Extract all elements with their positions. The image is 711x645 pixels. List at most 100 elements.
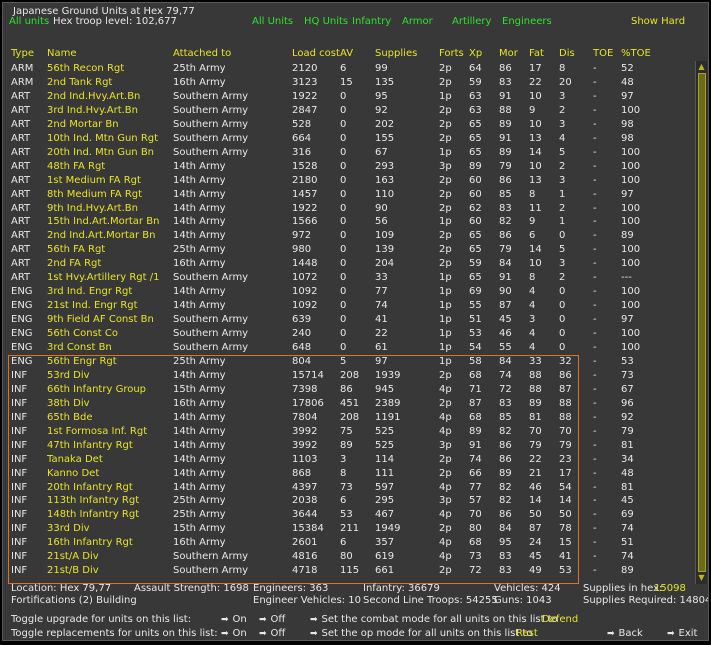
filter-armor[interactable]: Armor xyxy=(402,16,433,28)
filter-infantry[interactable]: Infantry xyxy=(352,16,391,28)
cell-name[interactable]: 3rd Ind. Engr Rgt xyxy=(47,285,132,298)
cell-name[interactable]: 2nd Ind.Art.Mortar Bn xyxy=(47,229,156,242)
cell-name[interactable]: 2nd Ind.Hvy.Art.Bn xyxy=(47,90,140,103)
unit-row[interactable]: INF 33rd Div 15th Army 15384 211 1949 2p 80 84 87… xyxy=(3,522,695,535)
unit-row[interactable]: ART 48th FA Rgt 14th Army 1528 0 293 3p 89 79 10 2… xyxy=(3,160,695,173)
col-forts[interactable]: Forts xyxy=(439,48,464,60)
op-mode-rest-link[interactable]: Rest xyxy=(516,628,538,640)
unit-row[interactable]: INF 65th Bde 14th Army 7804 208 1191 4p 68 85 81 8… xyxy=(3,411,695,424)
unit-row[interactable]: INF 53rd Div 14th Army 15714 208 1939 2p 68 74 88… xyxy=(3,369,695,382)
unit-row[interactable]: ENG 56th Engr Rgt 25th Army 804 5 97 1p 58 84 33 3… xyxy=(3,355,695,368)
unit-row[interactable]: ENG 56th Const Co Southern Army 240 0 22 1p 53 4… xyxy=(3,327,695,340)
unit-row[interactable]: INF 148th Infantry Rgt 25th Army 3644 53 467 4… xyxy=(3,508,695,521)
cell-name[interactable]: 56th FA Rgt xyxy=(47,243,105,256)
unit-row[interactable]: ARM 2nd Tank Rgt 16th Army 3123 15 135 2p 59 83 2… xyxy=(3,76,695,89)
unit-row[interactable]: ART 2nd FA Rgt 16th Army 1448 0 204 2p 59 84 10 3 -… xyxy=(3,257,695,270)
unit-row[interactable]: INF Tanaka Det 14th Army 1103 3 114 2p 74 86 22 23… xyxy=(3,453,695,466)
unit-row[interactable]: ART 8th Medium FA Rgt 14th Army 1457 0 110 2p 6… xyxy=(3,188,695,201)
replacements-on-button[interactable]: ➡ On xyxy=(221,628,247,640)
scroll-up-arrow-icon[interactable]: ▲ xyxy=(697,62,706,71)
unit-row[interactable]: ENG 3rd Ind. Engr Rgt 14th Army 1092 0 77 1p 69… xyxy=(3,285,695,298)
filter-artillery[interactable]: Artillery xyxy=(452,16,491,28)
unit-row[interactable]: ART 10th Ind. Mtn Gun Rgt Southern Army 664… xyxy=(3,132,695,145)
col-dis[interactable]: Dis xyxy=(559,48,575,60)
cell-name[interactable]: 21st Ind. Engr Rgt xyxy=(47,299,138,312)
unit-row[interactable]: ART 2nd Mortar Bn Southern Army 528 0 202 2p 65… xyxy=(3,118,695,131)
replacements-off-button[interactable]: ➡ Off xyxy=(259,628,285,640)
cell-name[interactable]: 2nd Tank Rgt xyxy=(47,76,112,89)
unit-row[interactable]: INF 21st/A Div Southern Army 4816 80 619 4p 73 8… xyxy=(3,550,695,563)
cell-name[interactable]: 65th Bde xyxy=(47,411,93,424)
cell-name[interactable]: 1st Medium FA Rgt xyxy=(47,174,141,187)
show-hard-toggle[interactable]: Show Hard xyxy=(631,16,685,28)
cell-name[interactable]: 9th Ind.Hvy.Art.Bn xyxy=(47,202,138,215)
cell-name[interactable]: 10th Ind. Mtn Gun Rgt xyxy=(47,132,158,145)
col-mor[interactable]: Mor xyxy=(499,48,518,60)
unit-row[interactable]: INF 21st/B Div Southern Army 4718 115 661 2p 72… xyxy=(3,564,695,577)
scroll-down-arrow-icon[interactable]: ▼ xyxy=(697,573,706,582)
col-attached-to[interactable]: Attached to xyxy=(173,48,231,60)
unit-row[interactable]: INF 1st Formosa Inf. Rgt 14th Army 3992 75 52… xyxy=(3,425,695,438)
cell-name[interactable]: 1st Formosa Inf. Rgt xyxy=(47,425,147,438)
cell-name[interactable]: 2nd FA Rgt xyxy=(47,257,101,270)
cell-name[interactable]: 113th Infantry Rgt xyxy=(47,494,139,507)
cell-name[interactable]: 53rd Div xyxy=(47,369,90,382)
col-supplies[interactable]: Supplies xyxy=(375,48,417,60)
unit-row[interactable]: INF 16th Infantry Rgt 16th Army 2601 6 357 4p 6… xyxy=(3,536,695,549)
col-fat[interactable]: Fat xyxy=(529,48,544,60)
unit-row[interactable]: INF 38th Div 16th Army 17806 451 2389 2p 87 83 89… xyxy=(3,397,695,410)
unit-row[interactable]: INF 66th Infantry Group 15th Army 7398 86 945… xyxy=(3,383,695,396)
unit-row[interactable]: INF 113th Infantry Rgt 25th Army 2038 6 295 3p… xyxy=(3,494,695,507)
cell-name[interactable]: 56th Const Co xyxy=(47,327,118,340)
col-pct-toe[interactable]: %TOE xyxy=(621,48,651,60)
unit-row[interactable]: ART 1st Hvy.Artillery Rgt /1 Southern Army… xyxy=(3,271,695,284)
cell-name[interactable]: 16th Infantry Rgt xyxy=(47,536,133,549)
col-av[interactable]: AV xyxy=(340,48,353,60)
cell-name[interactable]: 56th Recon Rgt xyxy=(47,62,124,75)
unit-row[interactable]: INF 20th Infantry Rgt 14th Army 4397 73 597 4p… xyxy=(3,481,695,494)
cell-name[interactable]: 2nd Mortar Bn xyxy=(47,118,119,131)
cell-name[interactable]: 48th FA Rgt xyxy=(47,160,105,173)
combat-mode-defend-link[interactable]: Defend xyxy=(542,614,578,626)
unit-row[interactable]: ARM 56th Recon Rgt 25th Army 2120 6 99 2p 64 86 1… xyxy=(3,62,695,75)
exit-button[interactable]: ➡ Exit xyxy=(667,628,697,640)
unit-row[interactable]: ART 15th Ind.Art.Mortar Bn 14th Army 1566 0 5… xyxy=(3,215,695,228)
col-xp[interactable]: Xp xyxy=(469,48,482,60)
unit-row[interactable]: ENG 3rd Const Bn Southern Army 648 0 61 1p 54 55… xyxy=(3,341,695,354)
filter-all-units[interactable]: All Units xyxy=(252,16,293,28)
cell-name[interactable]: 47th Infantry Rgt xyxy=(47,439,133,452)
cell-name[interactable]: 20th Infantry Rgt xyxy=(47,481,133,494)
cell-name[interactable]: 20th Ind. Mtn Gun Bn xyxy=(47,146,154,159)
cell-name[interactable]: 9th Field AF Const Bn xyxy=(47,313,154,326)
col-load-cost[interactable]: Load cost xyxy=(292,48,340,60)
cell-name[interactable]: 148th Infantry Rgt xyxy=(47,508,139,521)
unit-row[interactable]: ART 2nd Ind.Art.Mortar Bn 14th Army 972 0 109… xyxy=(3,229,695,242)
cell-name[interactable]: Tanaka Det xyxy=(47,453,103,466)
back-button[interactable]: ➡ Back xyxy=(607,628,643,640)
filter-engineers[interactable]: Engineers xyxy=(502,16,552,28)
col-type[interactable]: Type xyxy=(11,48,34,60)
cell-name[interactable]: 66th Infantry Group xyxy=(47,383,146,396)
upgrade-on-button[interactable]: ➡ On xyxy=(221,614,247,626)
upgrade-off-button[interactable]: ➡ Off xyxy=(259,614,285,626)
filter-hq-units[interactable]: HQ Units xyxy=(304,16,348,28)
all-units-toggle[interactable]: All units xyxy=(9,16,49,28)
unit-row[interactable]: ART 56th FA Rgt 25th Army 980 0 139 2p 65 79 14 5 -… xyxy=(3,243,695,256)
cell-name[interactable]: 38th Div xyxy=(47,397,90,410)
unit-row[interactable]: ART 20th Ind. Mtn Gun Bn Southern Army 316 0… xyxy=(3,146,695,159)
cell-name[interactable]: 21st/A Div xyxy=(47,550,99,563)
cell-name[interactable]: 56th Engr Rgt xyxy=(47,355,117,368)
cell-name[interactable]: 8th Medium FA Rgt xyxy=(47,188,142,201)
unit-row[interactable]: INF Kanno Det 14th Army 868 8 111 2p 66 89 21 17 - 4… xyxy=(3,467,695,480)
col-name[interactable]: Name xyxy=(47,48,77,60)
unit-row[interactable]: ENG 21st Ind. Engr Rgt 14th Army 1092 0 74 1p 5… xyxy=(3,299,695,312)
unit-row[interactable]: ART 1st Medium FA Rgt 14th Army 2180 0 163 2p 6… xyxy=(3,174,695,187)
scrollbar-thumb[interactable] xyxy=(698,73,706,572)
unit-row[interactable]: ART 2nd Ind.Hvy.Art.Bn Southern Army 1922 0 9… xyxy=(3,90,695,103)
unit-list-scrollbar[interactable]: ▲ ▼ xyxy=(695,61,707,584)
col-toe[interactable]: TOE xyxy=(593,48,613,60)
unit-row[interactable]: ENG 9th Field AF Const Bn Southern Army 639… xyxy=(3,313,695,326)
unit-row[interactable]: ART 9th Ind.Hvy.Art.Bn 14th Army 1922 0 90 2p 6… xyxy=(3,202,695,215)
cell-name[interactable]: 21st/B Div xyxy=(47,564,99,577)
cell-name[interactable]: 15th Ind.Art.Mortar Bn xyxy=(47,215,159,228)
